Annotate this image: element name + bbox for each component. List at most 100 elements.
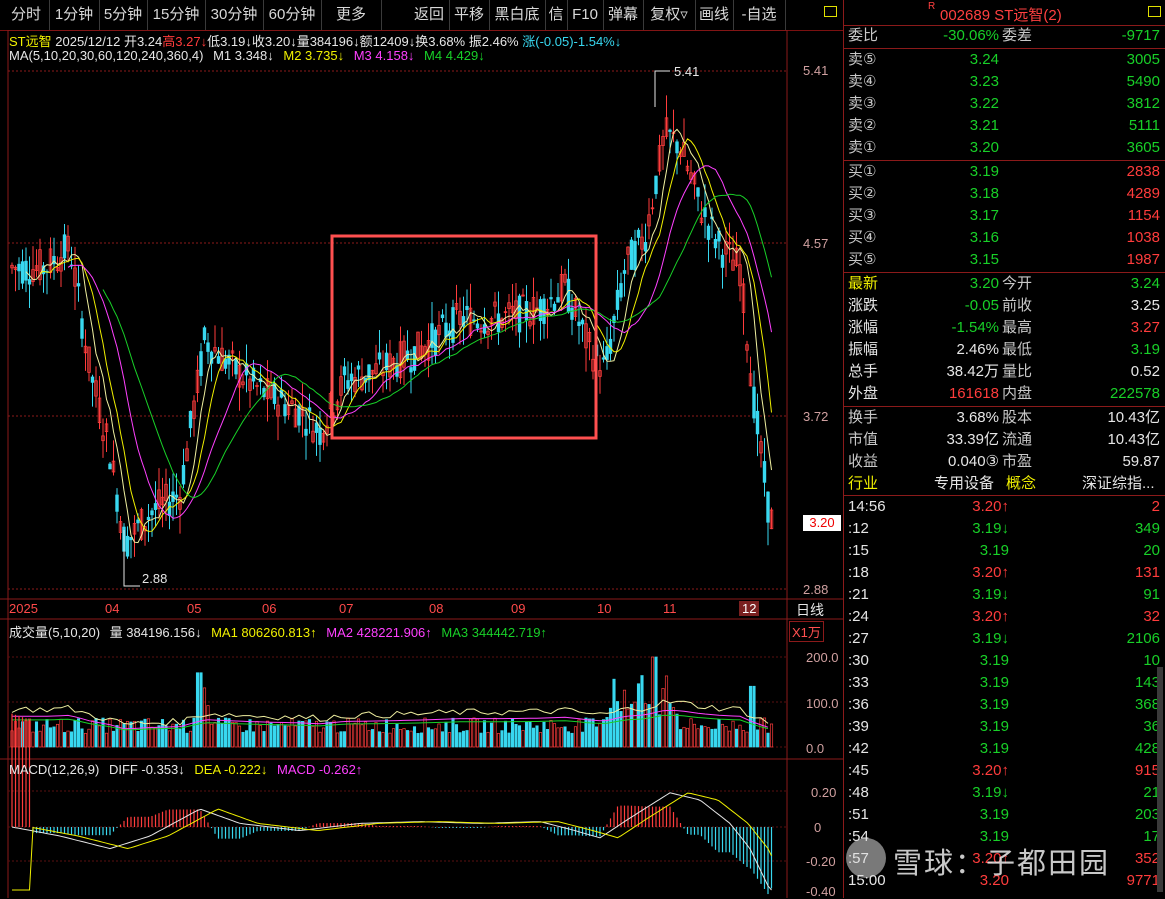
toolbar-item-5[interactable]: 60分钟 (263, 0, 322, 30)
volume-bar (262, 731, 266, 748)
candle-body (346, 380, 350, 389)
toolbar-item-1[interactable]: 1分钟 (49, 0, 100, 30)
toolbar-item-7[interactable]: 返回 (409, 0, 450, 30)
volume-bar (101, 717, 105, 748)
weibi-row: 委比 -30.06% 委差 -9717 (844, 25, 1164, 47)
vol-ma3: MA3 344442.719↑ (441, 625, 547, 640)
toolbar-item-11[interactable]: F10 (567, 0, 604, 30)
toolbar-item-0[interactable]: 分时 (3, 0, 50, 30)
ma-m1: M1 3.348↓ (213, 48, 274, 63)
toolbar-item-9[interactable]: 黑白底 (489, 0, 546, 30)
volume-bar (381, 732, 385, 748)
volume-bar (241, 731, 245, 748)
volume-bar (178, 728, 182, 748)
tick-scrollbar[interactable] (1157, 667, 1163, 892)
industry-value[interactable]: 专用设备 (934, 473, 994, 495)
candle-body (475, 323, 480, 329)
candle-body (706, 225, 711, 240)
volume-bar (475, 718, 480, 748)
volume-bar (185, 732, 189, 748)
toolbar-item-2[interactable]: 5分钟 (99, 0, 148, 30)
volume-bar (258, 725, 263, 748)
date-label: 04 (105, 601, 120, 616)
tick-volume: 2 (1151, 498, 1160, 515)
ask-row: 卖① 3.20 3605 (844, 137, 1164, 159)
toolbar-item-15[interactable]: -自选 (733, 0, 786, 30)
ask-volume: 3605 (1126, 139, 1160, 156)
bid-price: 3.19 (969, 163, 999, 180)
vol-axis-label: 0.0 (806, 741, 825, 756)
volume-bar (542, 721, 546, 748)
volume-bar (335, 732, 340, 748)
candle-body (636, 229, 641, 238)
candle-body (167, 501, 172, 516)
candle-body (108, 463, 112, 470)
stat-row: 涨跌 -0.05 前收 3.25 (844, 295, 1164, 317)
window-icon[interactable] (1148, 6, 1161, 17)
high-value: 高3.27↓ (162, 34, 208, 49)
tick-row: :48 3.19↓ 21 (844, 782, 1164, 804)
volume-bar (629, 703, 634, 748)
bid-label: 买② (848, 185, 877, 202)
toolbar-item-10[interactable]: 信 (545, 0, 568, 30)
bid-price: 3.17 (969, 207, 999, 224)
volume-bar (622, 689, 627, 748)
volume-bar (685, 727, 690, 748)
toolbar-item-4[interactable]: 30分钟 (205, 0, 264, 30)
ask-price: 3.22 (969, 95, 999, 112)
stat-value: 3.24 (1130, 275, 1160, 292)
volume-bar (489, 722, 494, 748)
volume-bar (374, 722, 378, 748)
stat-label: 总手 (848, 363, 879, 380)
tick-time: :42 (848, 740, 869, 757)
volume-bar (521, 730, 525, 748)
volume-bar (122, 723, 126, 748)
volume-bar (472, 717, 476, 748)
candle-body (136, 519, 140, 524)
maximize-icon[interactable] (824, 6, 837, 17)
volume-unit[interactable]: X1万 (789, 621, 824, 642)
concept-value[interactable]: 深证综指... (1082, 473, 1155, 495)
volume-bar (360, 724, 364, 748)
tick-time: :48 (848, 784, 869, 801)
volume-bar (741, 730, 746, 748)
volume-bar (304, 720, 308, 748)
date-label-current: 12 (739, 601, 760, 616)
ask-row: 卖② 3.21 5111 (844, 115, 1164, 137)
stat-value: 2.46% (956, 341, 999, 358)
toolbar-item-3[interactable]: 15分钟 (147, 0, 206, 30)
toolbar-item-6[interactable]: 更多 (321, 0, 382, 30)
dea-line (12, 792, 772, 891)
stock-title: 002689 ST远智(2) (940, 7, 1062, 24)
ask-label: 卖⑤ (848, 51, 877, 68)
candle-body (622, 270, 627, 274)
volume-bar (608, 707, 613, 748)
date-label: 2025 (9, 601, 38, 616)
toolbar-item-14[interactable]: 画线 (695, 0, 734, 30)
volume-bar (769, 723, 774, 748)
stat-label: 市值 (848, 431, 879, 448)
kline-panel-border (7, 30, 788, 600)
toolbar-item-8[interactable]: 平移 (449, 0, 490, 30)
toolbar-item-13[interactable]: 复权▿ (643, 0, 696, 30)
candle-body (234, 359, 238, 375)
tick-price: 3.19 (979, 542, 1009, 559)
volume-bar (136, 731, 140, 748)
volume-bar (87, 728, 91, 748)
candle-body (566, 278, 571, 313)
candle-body (762, 461, 767, 483)
tick-list: 14:56 3.20↑ 2:12 3.19↓ 349:15 3.19 20:18 3.20↑ 1… (844, 496, 1160, 896)
candle-body (17, 263, 21, 272)
concept-label: 概念 (1006, 475, 1037, 492)
volume-bar (206, 705, 210, 748)
date-label: 06 (262, 601, 277, 616)
volume-bar (745, 731, 749, 748)
candle-body (62, 234, 67, 259)
toolbar-item-12[interactable]: 弹幕 (603, 0, 644, 30)
candle-body (720, 254, 725, 268)
stat-value: 10.43亿 (1107, 409, 1160, 426)
tick-row: :21 3.19↓ 91 (844, 584, 1164, 606)
period-label[interactable]: 日线 (796, 600, 824, 620)
volume-bar (129, 721, 133, 748)
tick-price: 3.19 (979, 696, 1009, 713)
